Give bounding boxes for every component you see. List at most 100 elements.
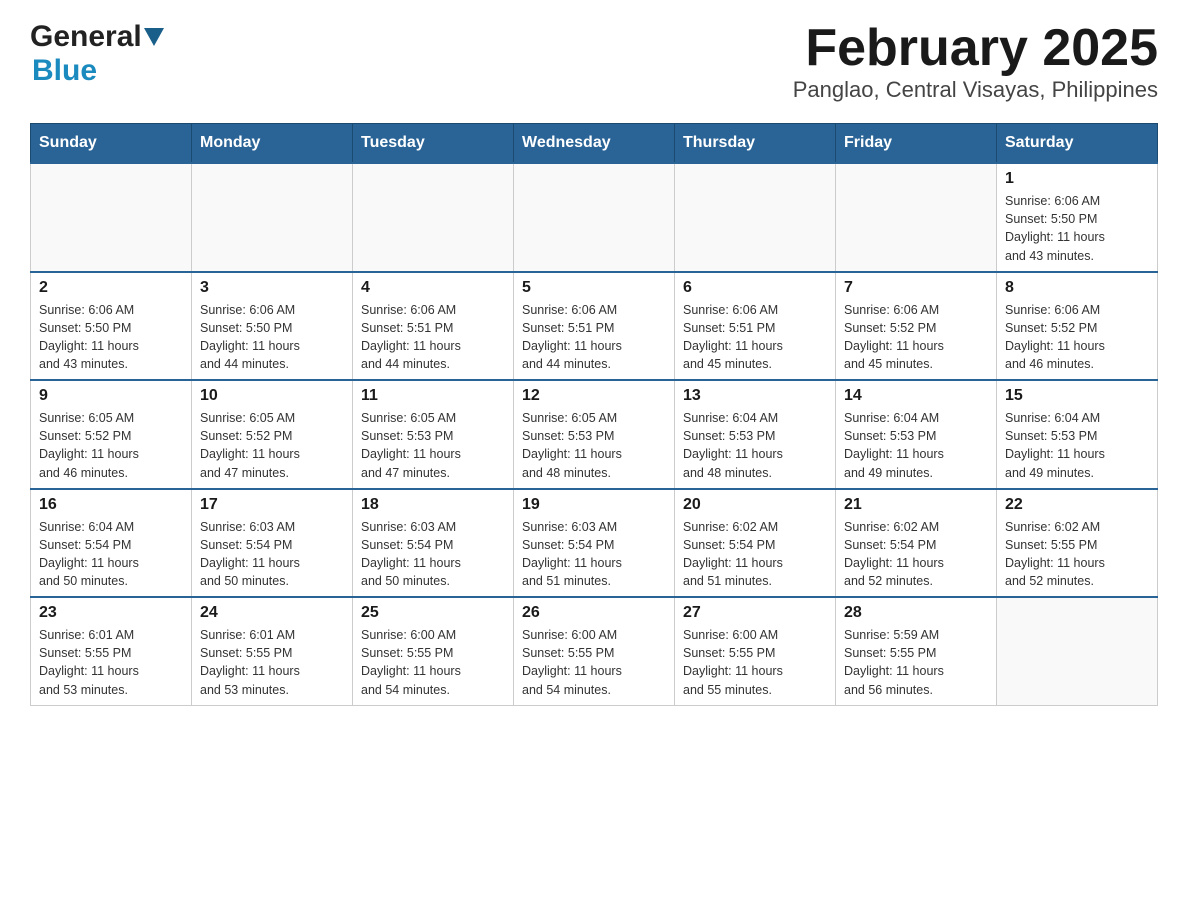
calendar-cell: 5 Sunrise: 6:06 AMSunset: 5:51 PMDaylight… (514, 272, 675, 381)
day-number: 19 (522, 496, 666, 514)
day-info: Sunrise: 6:05 AMSunset: 5:53 PMDaylight:… (522, 409, 666, 482)
day-info: Sunrise: 6:03 AMSunset: 5:54 PMDaylight:… (361, 518, 505, 591)
day-info: Sunrise: 6:03 AMSunset: 5:54 PMDaylight:… (200, 518, 344, 591)
day-info: Sunrise: 6:01 AMSunset: 5:55 PMDaylight:… (39, 626, 183, 699)
calendar-cell: 22 Sunrise: 6:02 AMSunset: 5:55 PMDayligh… (997, 489, 1158, 598)
day-info: Sunrise: 6:04 AMSunset: 5:53 PMDaylight:… (844, 409, 988, 482)
calendar-cell (31, 163, 192, 272)
calendar-cell: 11 Sunrise: 6:05 AMSunset: 5:53 PMDayligh… (353, 380, 514, 489)
calendar-cell: 9 Sunrise: 6:05 AMSunset: 5:52 PMDaylight… (31, 380, 192, 489)
calendar-cell: 19Sunrise: 6:03 AMSunset: 5:54 PMDayligh… (514, 489, 675, 598)
day-number: 3 (200, 279, 344, 297)
calendar-cell: 1 Sunrise: 6:06 AMSunset: 5:50 PMDaylight… (997, 163, 1158, 272)
day-info: Sunrise: 6:05 AMSunset: 5:52 PMDaylight:… (39, 409, 183, 482)
day-info: Sunrise: 6:06 AMSunset: 5:51 PMDaylight:… (361, 301, 505, 374)
calendar-cell: 23 Sunrise: 6:01 AMSunset: 5:55 PMDayligh… (31, 597, 192, 705)
day-info: Sunrise: 6:06 AMSunset: 5:50 PMDaylight:… (1005, 192, 1149, 265)
day-info: Sunrise: 6:06 AMSunset: 5:52 PMDaylight:… (844, 301, 988, 374)
calendar-cell: 12 Sunrise: 6:05 AMSunset: 5:53 PMDayligh… (514, 380, 675, 489)
calendar-week-row: 2 Sunrise: 6:06 AMSunset: 5:50 PMDaylight… (31, 272, 1158, 381)
day-info: Sunrise: 6:06 AMSunset: 5:50 PMDaylight:… (200, 301, 344, 374)
day-number: 12 (522, 387, 666, 405)
calendar-cell: 13 Sunrise: 6:04 AMSunset: 5:53 PMDayligh… (675, 380, 836, 489)
calendar-cell (514, 163, 675, 272)
calendar-cell (353, 163, 514, 272)
col-sunday: Sunday (31, 124, 192, 164)
day-info: Sunrise: 6:00 AMSunset: 5:55 PMDaylight:… (522, 626, 666, 699)
day-info: Sunrise: 6:02 AMSunset: 5:54 PMDaylight:… (683, 518, 827, 591)
col-monday: Monday (192, 124, 353, 164)
day-info: Sunrise: 6:06 AMSunset: 5:50 PMDaylight:… (39, 301, 183, 374)
day-info: Sunrise: 6:01 AMSunset: 5:55 PMDaylight:… (200, 626, 344, 699)
calendar-cell: 26 Sunrise: 6:00 AMSunset: 5:55 PMDayligh… (514, 597, 675, 705)
calendar-cell: 24Sunrise: 6:01 AMSunset: 5:55 PMDayligh… (192, 597, 353, 705)
day-number: 27 (683, 604, 827, 622)
day-number: 4 (361, 279, 505, 297)
calendar-cell: 27 Sunrise: 6:00 AMSunset: 5:55 PMDayligh… (675, 597, 836, 705)
calendar-cell: 10 Sunrise: 6:05 AMSunset: 5:52 PMDayligh… (192, 380, 353, 489)
day-number: 11 (361, 387, 505, 405)
logo-blue-text: Blue (32, 54, 97, 88)
day-number: 10 (200, 387, 344, 405)
calendar-cell: 17 Sunrise: 6:03 AMSunset: 5:54 PMDayligh… (192, 489, 353, 598)
calendar-cell: 18Sunrise: 6:03 AMSunset: 5:54 PMDayligh… (353, 489, 514, 598)
calendar-cell (836, 163, 997, 272)
day-number: 2 (39, 279, 183, 297)
calendar-cell: 15 Sunrise: 6:04 AMSunset: 5:53 PMDayligh… (997, 380, 1158, 489)
day-number: 14 (844, 387, 988, 405)
day-number: 22 (1005, 496, 1149, 514)
page-header: General Blue February 2025 Panglao, Cent… (30, 20, 1158, 103)
calendar-table: Sunday Monday Tuesday Wednesday Thursday… (30, 123, 1158, 706)
day-info: Sunrise: 6:06 AMSunset: 5:52 PMDaylight:… (1005, 301, 1149, 374)
title-section: February 2025 Panglao, Central Visayas, … (793, 20, 1158, 103)
logo-general-text: General (30, 20, 142, 54)
day-info: Sunrise: 6:04 AMSunset: 5:53 PMDaylight:… (1005, 409, 1149, 482)
calendar-week-row: 9 Sunrise: 6:05 AMSunset: 5:52 PMDaylight… (31, 380, 1158, 489)
day-info: Sunrise: 6:05 AMSunset: 5:53 PMDaylight:… (361, 409, 505, 482)
day-number: 9 (39, 387, 183, 405)
logo-triangle-icon (144, 28, 164, 48)
day-number: 15 (1005, 387, 1149, 405)
day-info: Sunrise: 5:59 AMSunset: 5:55 PMDaylight:… (844, 626, 988, 699)
calendar-cell: 6Sunrise: 6:06 AMSunset: 5:51 PMDaylight… (675, 272, 836, 381)
day-info: Sunrise: 6:00 AMSunset: 5:55 PMDaylight:… (683, 626, 827, 699)
calendar-cell: 2 Sunrise: 6:06 AMSunset: 5:50 PMDaylight… (31, 272, 192, 381)
calendar-cell (997, 597, 1158, 705)
day-info: Sunrise: 6:04 AMSunset: 5:54 PMDaylight:… (39, 518, 183, 591)
day-number: 26 (522, 604, 666, 622)
day-info: Sunrise: 6:04 AMSunset: 5:53 PMDaylight:… (683, 409, 827, 482)
day-info: Sunrise: 6:02 AMSunset: 5:54 PMDaylight:… (844, 518, 988, 591)
col-thursday: Thursday (675, 124, 836, 164)
day-info: Sunrise: 6:05 AMSunset: 5:52 PMDaylight:… (200, 409, 344, 482)
day-number: 13 (683, 387, 827, 405)
calendar-cell: 3 Sunrise: 6:06 AMSunset: 5:50 PMDaylight… (192, 272, 353, 381)
logo: General Blue (30, 20, 164, 88)
day-number: 28 (844, 604, 988, 622)
calendar-cell: 8 Sunrise: 6:06 AMSunset: 5:52 PMDaylight… (997, 272, 1158, 381)
calendar-week-row: 23 Sunrise: 6:01 AMSunset: 5:55 PMDayligh… (31, 597, 1158, 705)
day-number: 5 (522, 279, 666, 297)
calendar-cell: 7Sunrise: 6:06 AMSunset: 5:52 PMDaylight… (836, 272, 997, 381)
day-number: 16 (39, 496, 183, 514)
day-number: 25 (361, 604, 505, 622)
day-info: Sunrise: 6:02 AMSunset: 5:55 PMDaylight:… (1005, 518, 1149, 591)
day-number: 8 (1005, 279, 1149, 297)
calendar-cell (675, 163, 836, 272)
page-title: February 2025 (793, 20, 1158, 77)
calendar-cell: 16 Sunrise: 6:04 AMSunset: 5:54 PMDayligh… (31, 489, 192, 598)
calendar-week-row: 1 Sunrise: 6:06 AMSunset: 5:50 PMDaylight… (31, 163, 1158, 272)
day-number: 6 (683, 279, 827, 297)
day-number: 17 (200, 496, 344, 514)
day-number: 23 (39, 604, 183, 622)
col-friday: Friday (836, 124, 997, 164)
col-tuesday: Tuesday (353, 124, 514, 164)
calendar-cell (192, 163, 353, 272)
calendar-week-row: 16 Sunrise: 6:04 AMSunset: 5:54 PMDayligh… (31, 489, 1158, 598)
day-info: Sunrise: 6:00 AMSunset: 5:55 PMDaylight:… (361, 626, 505, 699)
calendar-cell: 4 Sunrise: 6:06 AMSunset: 5:51 PMDaylight… (353, 272, 514, 381)
day-info: Sunrise: 6:06 AMSunset: 5:51 PMDaylight:… (522, 301, 666, 374)
calendar-cell: 20Sunrise: 6:02 AMSunset: 5:54 PMDayligh… (675, 489, 836, 598)
day-number: 1 (1005, 170, 1149, 188)
calendar-cell: 14 Sunrise: 6:04 AMSunset: 5:53 PMDayligh… (836, 380, 997, 489)
calendar-header-row: Sunday Monday Tuesday Wednesday Thursday… (31, 124, 1158, 164)
